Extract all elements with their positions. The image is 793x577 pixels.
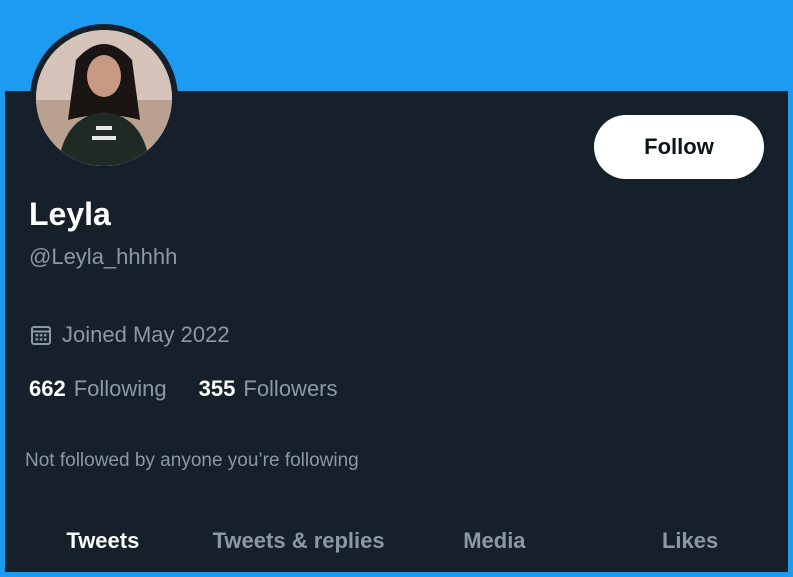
calendar-icon	[31, 326, 51, 345]
followers-link[interactable]: 355 Followers	[199, 376, 338, 402]
following-label: Following	[73, 376, 167, 401]
not-followed-note: Not followed by anyone you’re following	[25, 450, 359, 471]
joined-label: Joined May 2022	[62, 322, 230, 347]
tab-media[interactable]: Media	[397, 510, 593, 572]
following-link[interactable]: 662 Following	[29, 376, 167, 402]
tab-likes[interactable]: Likes	[592, 510, 788, 572]
followers-label: Followers	[243, 376, 338, 401]
follow-button[interactable]: Follow	[594, 115, 764, 179]
tab-tweets[interactable]: Tweets	[5, 510, 201, 572]
joined-date: Joined May 2022	[30, 322, 230, 348]
profile-handle: @Leyla_hhhhh	[29, 244, 178, 269]
tab-tweets-replies[interactable]: Tweets & replies	[201, 510, 397, 572]
followers-count: 355	[198, 376, 236, 401]
profile-stats: 662 Following 355 Followers	[29, 376, 338, 402]
profile-tabs: Tweets Tweets & replies Media Likes	[5, 510, 788, 572]
avatar[interactable]	[30, 24, 178, 172]
avatar-photo	[36, 30, 172, 166]
profile-name: Leyla	[29, 196, 111, 232]
following-count: 662	[29, 376, 66, 401]
avatar-image	[36, 30, 172, 166]
